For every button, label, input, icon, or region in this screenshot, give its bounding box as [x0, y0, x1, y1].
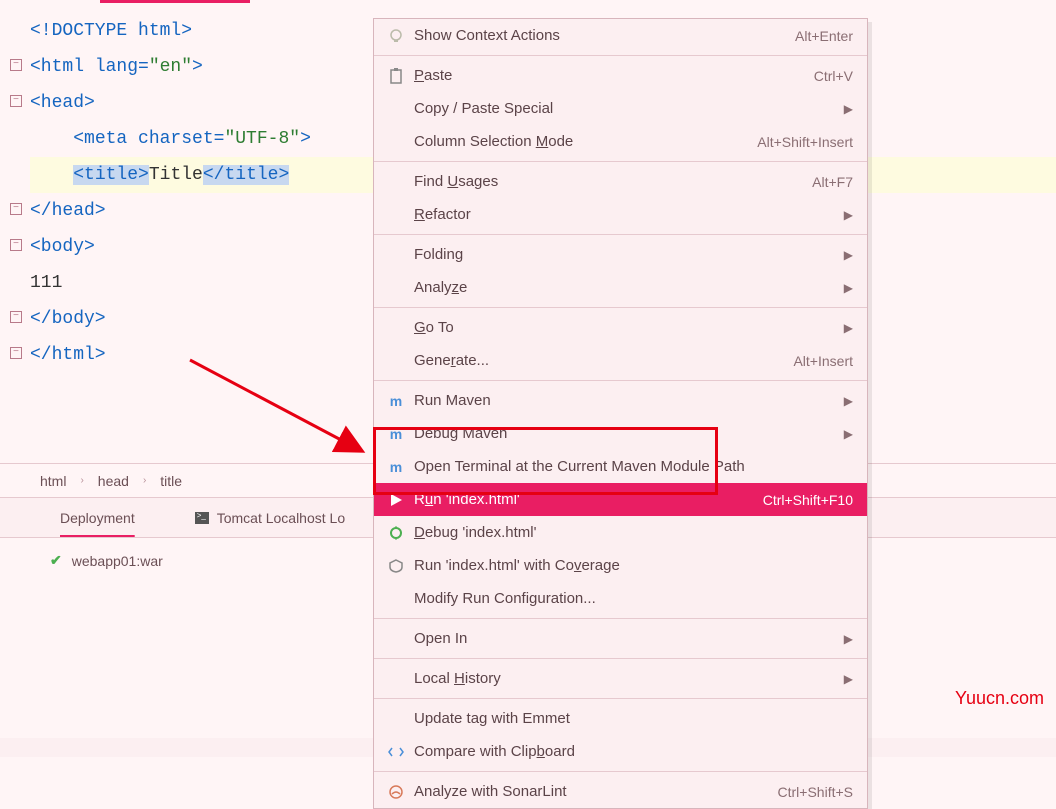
- compare-icon: [384, 745, 408, 759]
- menu-item-analyze[interactable]: Analyze▶: [374, 271, 867, 304]
- menu-item-label: Debug 'index.html': [408, 524, 853, 541]
- menu-item-go-to[interactable]: Go To▶: [374, 311, 867, 344]
- fold-toggle-icon[interactable]: −: [10, 311, 22, 323]
- fold-toggle-icon[interactable]: −: [10, 347, 22, 359]
- menu-item-update-tag-with-emmet[interactable]: Update tag with Emmet: [374, 702, 867, 735]
- menu-item-label: Run 'index.html': [408, 491, 763, 508]
- maven-term-icon: m: [384, 459, 408, 475]
- menu-item-label: Paste: [408, 67, 814, 84]
- menu-item-run-maven[interactable]: mRun Maven▶: [374, 384, 867, 417]
- menu-separator: [374, 658, 867, 659]
- debug-icon: [384, 526, 408, 540]
- context-menu: Show Context ActionsAlt+Enter PasteCtrl+V…: [373, 18, 868, 809]
- menu-shortcut: Alt+F7: [812, 174, 853, 190]
- menu-item-find-usages[interactable]: Find UsagesAlt+F7: [374, 165, 867, 198]
- chevron-right-icon: ›: [80, 475, 83, 486]
- menu-item-label: Update tag with Emmet: [408, 710, 853, 727]
- terminal-icon: [195, 512, 209, 524]
- submenu-arrow-icon: ▶: [844, 102, 853, 116]
- menu-item-column-selection-mode[interactable]: Column Selection ModeAlt+Shift+Insert: [374, 125, 867, 158]
- menu-item-paste[interactable]: PasteCtrl+V: [374, 59, 867, 92]
- menu-item-refactor[interactable]: Refactor▶: [374, 198, 867, 231]
- menu-separator: [374, 161, 867, 162]
- menu-item-label: Local History: [408, 670, 844, 687]
- tool-tab-tomcat-localhost-lo[interactable]: Tomcat Localhost Lo: [185, 510, 355, 526]
- menu-item-label: Open In: [408, 630, 844, 647]
- menu-item-label: Run Maven: [408, 392, 844, 409]
- menu-item-label: Modify Run Configuration...: [408, 590, 853, 607]
- submenu-arrow-icon: ▶: [844, 321, 853, 335]
- menu-item-show-context-actions[interactable]: Show Context ActionsAlt+Enter: [374, 19, 867, 52]
- chevron-right-icon: ›: [143, 475, 146, 486]
- menu-item-debug-index-html[interactable]: Debug 'index.html': [374, 516, 867, 549]
- menu-item-compare-with-clipboard[interactable]: Compare with Clipboard: [374, 735, 867, 768]
- menu-shortcut: Alt+Shift+Insert: [757, 134, 853, 150]
- maven-icon: m: [384, 393, 408, 409]
- menu-item-label: Run 'index.html' with Coverage: [408, 557, 853, 574]
- menu-separator: [374, 618, 867, 619]
- menu-item-generate[interactable]: Generate...Alt+Insert: [374, 344, 867, 377]
- maven-dbg-icon: m: [384, 426, 408, 442]
- menu-separator: [374, 234, 867, 235]
- menu-shortcut: Alt+Enter: [795, 28, 853, 44]
- breadcrumb-segment[interactable]: title: [160, 473, 182, 489]
- menu-item-label: Go To: [408, 319, 844, 336]
- menu-item-run-index-html[interactable]: Run 'index.html'Ctrl+Shift+F10: [374, 483, 867, 516]
- menu-shortcut: Ctrl+V: [814, 68, 853, 84]
- menu-item-label: Copy / Paste Special: [408, 100, 844, 117]
- sonar-icon: [384, 785, 408, 799]
- menu-item-copy-paste-special[interactable]: Copy / Paste Special▶: [374, 92, 867, 125]
- menu-separator: [374, 55, 867, 56]
- menu-item-label: Analyze with SonarLint: [408, 783, 778, 800]
- menu-item-label: Compare with Clipboard: [408, 743, 853, 760]
- menu-separator: [374, 307, 867, 308]
- watermark: Yuucn.com: [955, 688, 1044, 709]
- paste-icon: [384, 68, 408, 84]
- tool-tab-deployment[interactable]: Deployment: [50, 510, 145, 526]
- fold-toggle-icon[interactable]: −: [10, 59, 22, 71]
- submenu-arrow-icon: ▶: [844, 248, 853, 262]
- coverage-icon: [384, 559, 408, 573]
- checkmark-icon: ✔: [50, 552, 62, 569]
- fold-toggle-icon[interactable]: −: [10, 203, 22, 215]
- menu-item-run-index-html-with-coverage[interactable]: Run 'index.html' with Coverage: [374, 549, 867, 582]
- breadcrumb-segment[interactable]: html: [40, 473, 66, 489]
- menu-separator: [374, 771, 867, 772]
- menu-shortcut: Ctrl+Shift+F10: [763, 492, 853, 508]
- menu-item-open-in[interactable]: Open In▶: [374, 622, 867, 655]
- fold-toggle-icon[interactable]: −: [10, 95, 22, 107]
- menu-shortcut: Alt+Insert: [793, 353, 853, 369]
- menu-item-analyze-with-sonarlint[interactable]: Analyze with SonarLintCtrl+Shift+S: [374, 775, 867, 808]
- menu-item-label: Open Terminal at the Current Maven Modul…: [408, 458, 853, 475]
- menu-item-label: Find Usages: [408, 173, 812, 190]
- menu-item-label: Refactor: [408, 206, 844, 223]
- menu-item-label: Generate...: [408, 352, 793, 369]
- submenu-arrow-icon: ▶: [844, 281, 853, 295]
- menu-item-label: Show Context Actions: [408, 27, 795, 44]
- menu-item-folding[interactable]: Folding▶: [374, 238, 867, 271]
- submenu-arrow-icon: ▶: [844, 394, 853, 408]
- submenu-arrow-icon: ▶: [844, 632, 853, 646]
- menu-shortcut: Ctrl+Shift+S: [778, 784, 853, 800]
- menu-separator: [374, 380, 867, 381]
- submenu-arrow-icon: ▶: [844, 672, 853, 686]
- menu-item-open-terminal-at-the-current-maven-module-path[interactable]: mOpen Terminal at the Current Maven Modu…: [374, 450, 867, 483]
- submenu-arrow-icon: ▶: [844, 208, 853, 222]
- menu-item-label: Analyze: [408, 279, 844, 296]
- menu-item-local-history[interactable]: Local History▶: [374, 662, 867, 695]
- menu-item-debug-maven[interactable]: mDebug Maven▶: [374, 417, 867, 450]
- menu-separator: [374, 698, 867, 699]
- menu-item-label: Folding: [408, 246, 844, 263]
- deploy-item-label: webapp01:war: [72, 553, 163, 569]
- submenu-arrow-icon: ▶: [844, 427, 853, 441]
- menu-item-modify-run-configuration[interactable]: Modify Run Configuration...: [374, 582, 867, 615]
- menu-item-label: Column Selection Mode: [408, 133, 757, 150]
- run-icon: [384, 493, 408, 507]
- bulb-icon: [384, 28, 408, 44]
- menu-item-label: Debug Maven: [408, 425, 844, 442]
- breadcrumb-segment[interactable]: head: [98, 473, 129, 489]
- fold-toggle-icon[interactable]: −: [10, 239, 22, 251]
